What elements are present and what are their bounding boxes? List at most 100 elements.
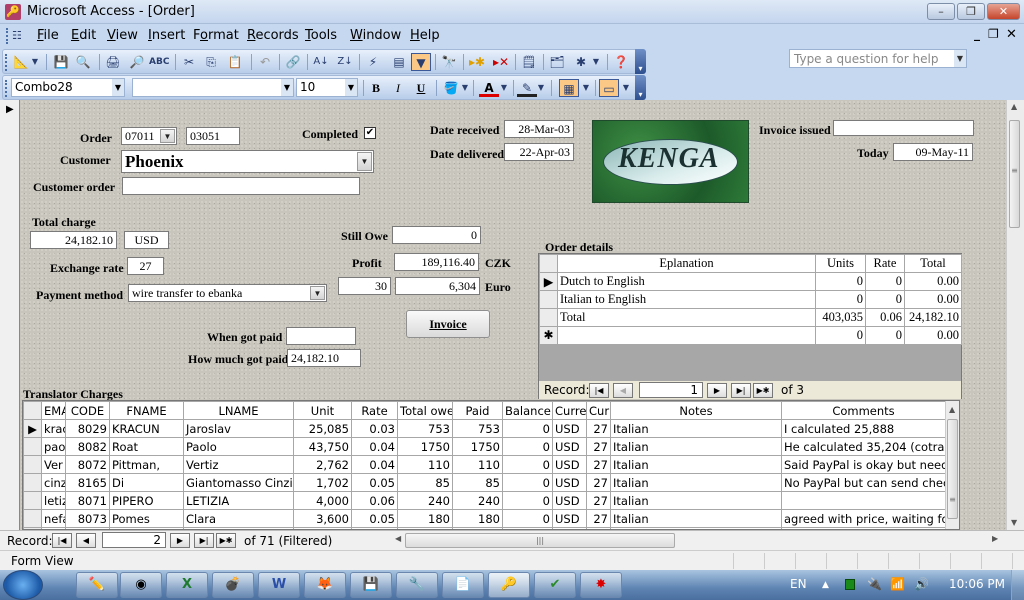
profit-euro-field[interactable]: 6,304 <box>395 277 480 295</box>
cell-email[interactable]: cinz <box>41 473 66 492</box>
column-header-currency-rate[interactable]: Cur <box>586 401 611 420</box>
paste-icon[interactable]: 📋 <box>225 53 245 71</box>
hyperlink-icon[interactable]: 🔗 <box>283 53 303 71</box>
row-selector[interactable] <box>23 455 42 474</box>
table-row[interactable]: Total 403,035 0.06 24,182.10 <box>539 308 962 327</box>
date-delivered-field[interactable]: 22-Apr-03 <box>504 143 574 161</box>
cell-comments[interactable]: He calculated 35,204 (cotran <box>781 437 946 456</box>
column-header-currency[interactable]: Curre <box>552 401 587 420</box>
customer-order-field[interactable] <box>122 177 360 195</box>
form-menu-icon[interactable]: ☷ <box>12 29 22 42</box>
save-icon[interactable]: 💾 <box>51 53 71 71</box>
cell-fname[interactable]: Di <box>109 473 184 492</box>
cell-unit[interactable]: 43,750 <box>293 437 352 456</box>
font-size-combo[interactable]: 10 ▼ <box>296 78 358 97</box>
design-view-icon[interactable]: 📐 <box>11 53 31 71</box>
cell-unit[interactable]: 1,702 <box>293 473 352 492</box>
cell-paid[interactable]: 240 <box>452 491 503 510</box>
chevron-down-icon[interactable]: ▼ <box>499 79 509 97</box>
cell-total-owed[interactable]: 753 <box>397 419 453 438</box>
italic-button[interactable]: I <box>388 79 408 97</box>
restore-button[interactable]: ❐ <box>957 3 985 20</box>
font-color-icon[interactable]: A <box>479 79 499 97</box>
taskbar-pencil-app-icon[interactable]: ✏️ <box>76 572 118 598</box>
cell-currency[interactable]: USD <box>552 437 587 456</box>
network-icon[interactable]: 📶 <box>890 577 905 591</box>
bold-button[interactable]: B <box>366 79 386 97</box>
help-question-input[interactable]: Type a question for help ▼ <box>789 49 967 68</box>
cell-fname[interactable]: Pittman, <box>109 455 184 474</box>
row-selector[interactable] <box>23 437 42 456</box>
taskbar-bomb-app-icon[interactable]: 💣 <box>212 572 254 598</box>
print-preview-icon[interactable]: 🔎 <box>127 53 147 71</box>
cell-currency-rate[interactable]: 27 <box>586 491 611 510</box>
exchange-rate-field[interactable]: 27 <box>127 257 164 275</box>
cell-total-owed[interactable]: 240 <box>397 491 453 510</box>
first-record-button[interactable]: |◀ <box>52 533 72 548</box>
cell-code[interactable]: 8071 <box>65 491 110 510</box>
cell-currency-rate[interactable]: 27 <box>586 455 611 474</box>
scroll-up-icon[interactable]: ▲ <box>949 405 955 414</box>
chevron-down-icon[interactable]: ▼ <box>160 129 175 143</box>
cell-balance[interactable]: 0 <box>502 509 553 528</box>
table-row[interactable]: pao 8082 Roat Paolo 43,750 0.04 1750 1750 0 USD 27… <box>23 437 946 456</box>
cell-total[interactable]: 0.00 <box>904 326 962 345</box>
cell-rate[interactable]: 0 <box>865 272 905 291</box>
new-object-icon[interactable]: ✱ <box>571 53 591 71</box>
cell-email[interactable]: Ver <box>41 455 66 474</box>
cell-code[interactable]: 8165 <box>65 473 110 492</box>
cell-code[interactable]: 8029 <box>65 419 110 438</box>
table-row[interactable]: cinz 8165 Di Giantomasso Cinzia 1,702 0.05 85 8… <box>23 473 946 492</box>
taskbar-chrome-icon[interactable]: ◉ <box>120 572 162 598</box>
cell-balance[interactable]: 0 <box>502 419 553 438</box>
clock[interactable]: 10:06 PM <box>949 577 1005 591</box>
row-selector[interactable] <box>539 308 558 327</box>
cell-rate[interactable]: 0.04 <box>351 455 398 474</box>
toolbar-options-icon[interactable]: ▾ <box>635 49 646 74</box>
cell-unit[interactable]: 25,085 <box>293 419 352 438</box>
cell-email[interactable]: pao <box>41 437 66 456</box>
cell-code[interactable]: 8073 <box>65 509 110 528</box>
close-button[interactable]: ✕ <box>987 3 1020 20</box>
still-owe-field[interactable]: 0 <box>392 226 481 244</box>
start-button[interactable] <box>3 570 43 600</box>
cell-rate[interactable]: 0.06 <box>351 491 398 510</box>
doc-restore-button[interactable]: ❐ <box>988 27 999 41</box>
cell-comments[interactable]: I calculated 25,888 <box>781 419 946 438</box>
cell-rate[interactable]: 0 <box>865 290 905 309</box>
cell-currency[interactable]: USD <box>552 455 587 474</box>
cell-currency-rate[interactable]: 27 <box>586 509 611 528</box>
cell-comments[interactable]: No PayPal but can send chec <box>781 473 946 492</box>
how-much-got-paid-field[interactable]: 24,182.10 <box>287 349 361 367</box>
cell-balance[interactable]: 0 <box>502 491 553 510</box>
next-record-button[interactable]: ▶ <box>707 383 727 398</box>
scroll-down-icon[interactable]: ▼ <box>1011 518 1017 527</box>
help-icon[interactable]: ❓ <box>611 53 631 71</box>
show-hidden-icons[interactable]: ▲ <box>822 580 829 590</box>
sort-descending-icon[interactable]: Z↓ <box>335 53 355 71</box>
invoice-button[interactable]: Invoice <box>406 310 490 338</box>
cell-paid[interactable]: 753 <box>452 419 503 438</box>
copy-icon[interactable]: ⎘ <box>201 53 221 71</box>
cell-lname[interactable]: Jaroslav <box>183 419 294 438</box>
taskbar-save-app-icon[interactable]: 💾 <box>350 572 392 598</box>
cell-rate[interactable]: 0.06 <box>865 308 905 327</box>
column-header-rate[interactable]: Rate <box>865 254 905 273</box>
menu-file[interactable]: File <box>37 28 59 43</box>
new-record-asterisk-icon[interactable]: ✱ <box>539 326 558 345</box>
cell-notes[interactable]: Italian <box>610 437 782 456</box>
taskbar-access-icon[interactable]: 🔑 <box>488 572 530 598</box>
cell-currency-rate[interactable]: 27 <box>586 437 611 456</box>
cell-notes[interactable]: Italian <box>610 491 782 510</box>
cell-code[interactable]: 8082 <box>65 437 110 456</box>
cell-fname[interactable]: PIPERO <box>109 491 184 510</box>
cell-paid[interactable]: 110 <box>452 455 503 474</box>
chevron-down-icon[interactable]: ▼ <box>310 286 325 300</box>
undo-icon[interactable]: ↶ <box>255 53 275 71</box>
cell-fname[interactable]: KRACUN <box>109 419 184 438</box>
minimize-button[interactable]: – <box>927 3 955 20</box>
row-selector[interactable] <box>23 491 42 510</box>
language-indicator[interactable]: EN <box>790 577 807 591</box>
column-header-comments[interactable]: Comments <box>781 401 946 420</box>
doc-close-button[interactable]: ✕ <box>1006 27 1017 42</box>
